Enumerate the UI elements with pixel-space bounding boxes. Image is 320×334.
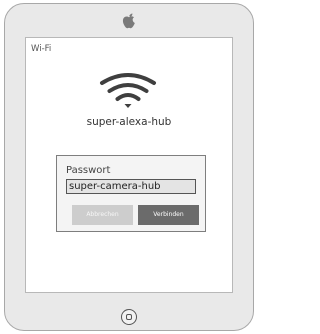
cancel-button[interactable]: Abbrechen: [72, 205, 133, 225]
password-dialog: Passwort super-camera-hub Abbrechen Verb…: [56, 155, 206, 232]
home-button-icon: [125, 313, 132, 320]
password-label: Passwort: [66, 165, 111, 176]
network-name: super-alexa-hub: [86, 116, 172, 128]
apple-logo-icon: [122, 13, 135, 29]
password-field[interactable]: super-camera-hub: [66, 179, 196, 194]
page-title: Wi-Fi: [31, 44, 52, 54]
connect-button[interactable]: Verbinden: [138, 205, 199, 225]
home-button[interactable]: [121, 309, 137, 325]
wifi-icon: [100, 73, 156, 108]
device-screen: Wi-Fi super-alexa-hub Passwort super-cam…: [25, 37, 233, 293]
